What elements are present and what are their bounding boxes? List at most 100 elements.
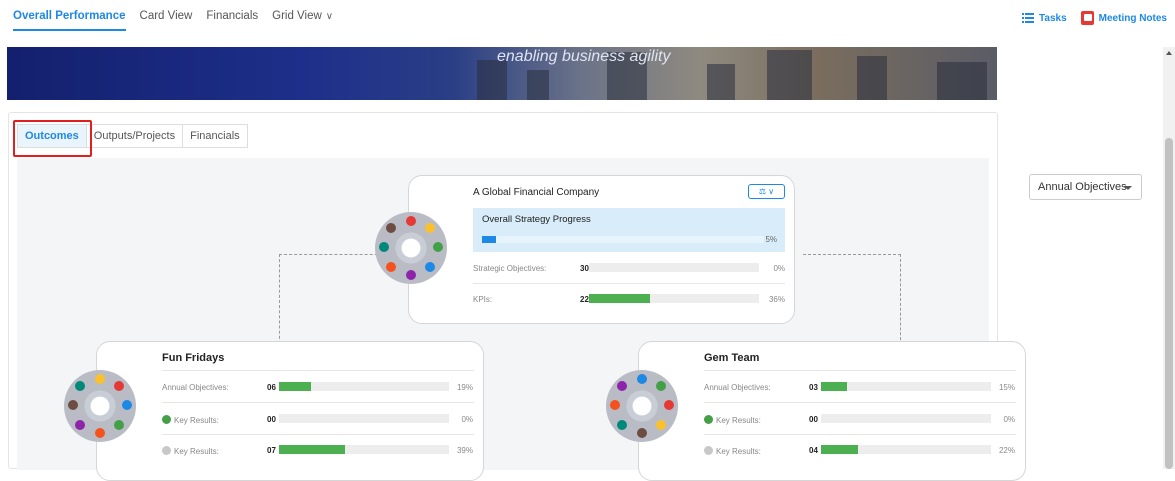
divider [162, 434, 474, 435]
row-label: Key Results: [716, 447, 761, 456]
meeting-notes-icon [1080, 11, 1094, 25]
row-fill [821, 382, 847, 391]
row-label: Key Results: [174, 447, 219, 456]
row-percent: 0% [461, 415, 473, 424]
row-track [821, 445, 991, 454]
connector-line-right [803, 254, 901, 345]
banner-building [767, 50, 812, 100]
row-label: Strategic Objectives: [473, 264, 547, 273]
row-label: KPIs: [473, 295, 493, 304]
row-label: Key Results: [716, 416, 761, 425]
page-scrollbar[interactable] [1163, 47, 1175, 469]
banner-building [477, 60, 507, 100]
dropdown-selected: Annual Objectives [1038, 181, 1127, 193]
chevron-down-icon: ∨ [325, 11, 334, 22]
highlight-box [13, 120, 92, 157]
caret-down-icon [1124, 186, 1132, 190]
key-result-check-icon [162, 446, 171, 455]
row-label: Key Results: [174, 416, 219, 425]
progress-fill [482, 236, 497, 243]
key-result-check-icon [704, 446, 713, 455]
row-track [279, 382, 449, 391]
divider [704, 434, 1016, 435]
child-card-gem-team[interactable]: Gem Team Annual Objectives: 03 15% Key R… [638, 341, 1026, 481]
progress-percent: 5% [765, 235, 777, 244]
meeting-notes-button[interactable]: Meeting Notes [1080, 11, 1167, 25]
row-fill [279, 445, 346, 454]
row-percent: 15% [998, 383, 1015, 392]
tab-grid-view-label: Grid View [272, 10, 322, 22]
gem-team-avatar [606, 370, 678, 442]
row-fill [821, 445, 859, 454]
top-nav: Overall Performance Card View Financials… [0, 0, 1175, 47]
row-count: 00 [267, 415, 276, 424]
row-percent: 19% [456, 383, 473, 392]
row-percent: 36% [768, 295, 785, 304]
row-track [821, 414, 991, 423]
root-org-card[interactable]: A Global Financial Company ⚖ ∨ Overall S… [408, 175, 795, 324]
row-track [589, 263, 759, 272]
child-card-title: Fun Fridays [162, 352, 225, 364]
divider [704, 370, 1016, 371]
row-percent: 0% [1003, 415, 1015, 424]
tab-grid-view[interactable]: Grid View ∨ [272, 10, 333, 31]
tab-financials[interactable]: Financials [206, 10, 258, 31]
tab-card-view[interactable]: Card View [140, 10, 193, 31]
header-actions: Tasks Meeting Notes [1022, 11, 1167, 25]
hero-banner: enabling business agility [7, 47, 997, 100]
divider [473, 283, 785, 284]
banner-building [857, 56, 887, 100]
view-tabs: Overall Performance Card View Financials… [13, 10, 333, 31]
row-track [589, 294, 759, 303]
row-count: 00 [809, 415, 818, 424]
divider [704, 402, 1016, 403]
tab-overall-performance[interactable]: Overall Performance [13, 10, 126, 31]
row-label: Annual Objectives: [704, 383, 771, 392]
meeting-notes-label: Meeting Notes [1098, 12, 1167, 24]
child-card-title: Gem Team [704, 352, 760, 364]
objective-level-dropdown[interactable]: Annual Objectives [1029, 174, 1142, 200]
divider [162, 402, 474, 403]
tasks-button[interactable]: Tasks [1022, 11, 1067, 25]
scroll-up-icon[interactable] [1166, 51, 1172, 55]
progress-title: Overall Strategy Progress [482, 214, 591, 225]
tab-financials-sub[interactable]: Financials [182, 124, 248, 148]
row-count: 07 [267, 446, 276, 455]
banner-tagline: enabling business agility [497, 48, 671, 65]
row-label-wrap: Key Results: [162, 446, 219, 456]
root-team-avatar [375, 212, 447, 284]
row-track [821, 382, 991, 391]
row-fill [279, 382, 312, 391]
row-count: 04 [809, 446, 818, 455]
row-count: 22 [580, 295, 589, 304]
key-result-check-icon [162, 415, 171, 424]
row-track [279, 414, 449, 423]
row-percent: 0% [773, 264, 785, 273]
row-label-wrap: Key Results: [704, 446, 761, 456]
row-track [279, 445, 449, 454]
banner-building [527, 70, 549, 100]
row-count: 06 [267, 383, 276, 392]
scrollbar-thumb[interactable] [1165, 138, 1173, 469]
divider [162, 370, 474, 371]
banner-building [937, 62, 987, 100]
overall-strategy-progress: Overall Strategy Progress 5% [473, 208, 785, 252]
row-percent: 39% [456, 446, 473, 455]
row-count: 03 [809, 383, 818, 392]
key-result-check-icon [704, 415, 713, 424]
row-fill [589, 294, 651, 303]
row-label-wrap: Key Results: [704, 415, 761, 425]
row-count: 30 [580, 264, 589, 273]
banner-building [707, 64, 735, 100]
child-card-fun-fridays[interactable]: Fun Fridays Annual Objectives: 06 19% Ke… [96, 341, 484, 481]
row-label: Annual Objectives: [162, 383, 229, 392]
tasks-icon [1022, 13, 1035, 23]
root-card-title: A Global Financial Company [473, 187, 600, 198]
fun-fridays-avatar [64, 370, 136, 442]
tasks-label: Tasks [1039, 12, 1067, 24]
row-label-wrap: Key Results: [162, 415, 219, 425]
tab-outputs-projects[interactable]: Outputs/Projects [85, 124, 184, 148]
view-toggle-button[interactable]: ⚖ ∨ [748, 184, 785, 199]
progress-track [482, 236, 764, 243]
row-percent: 22% [998, 446, 1015, 455]
